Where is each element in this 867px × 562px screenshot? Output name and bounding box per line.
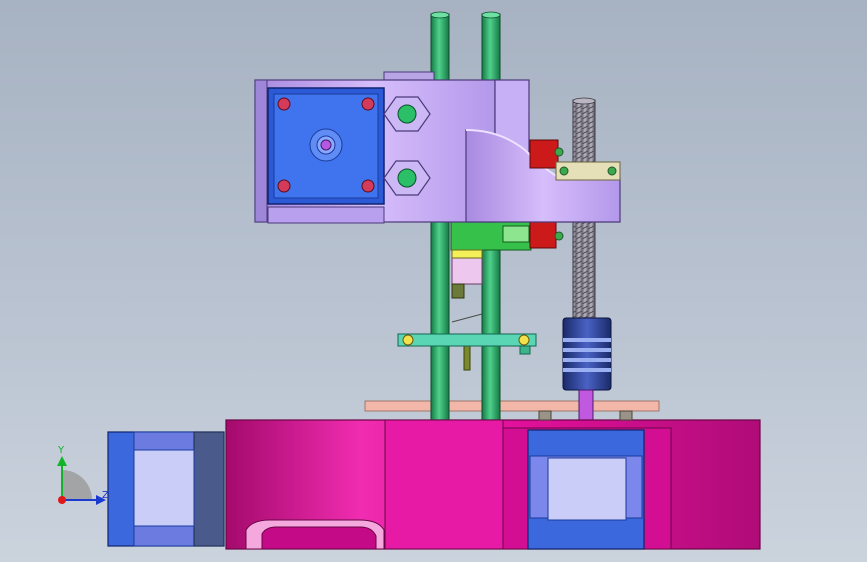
clamp-screw-icon [518,334,530,346]
side-stepper-motor [107,431,225,547]
cad-viewport[interactable]: Y Z [0,0,867,562]
base-block [225,410,761,550]
hex-bolt-icon [397,104,417,124]
build-plate [364,400,660,412]
z-stepper-motor [527,429,645,550]
axis-triad: Y Z [57,445,109,505]
hex-bolt-icon [397,168,417,188]
motor-screw-icon [277,179,291,193]
motor-screw-icon [361,179,375,193]
carriage-stepper-motor [267,87,385,205]
axis-y-label: Y [57,445,65,456]
axis-z-label: Z [102,490,109,501]
motor-screw-icon [277,97,291,111]
motor-shaft-icon [320,139,332,151]
clamp-screw-icon [402,334,414,346]
motor-screw-icon [361,97,375,111]
extruder-parts [450,217,557,371]
